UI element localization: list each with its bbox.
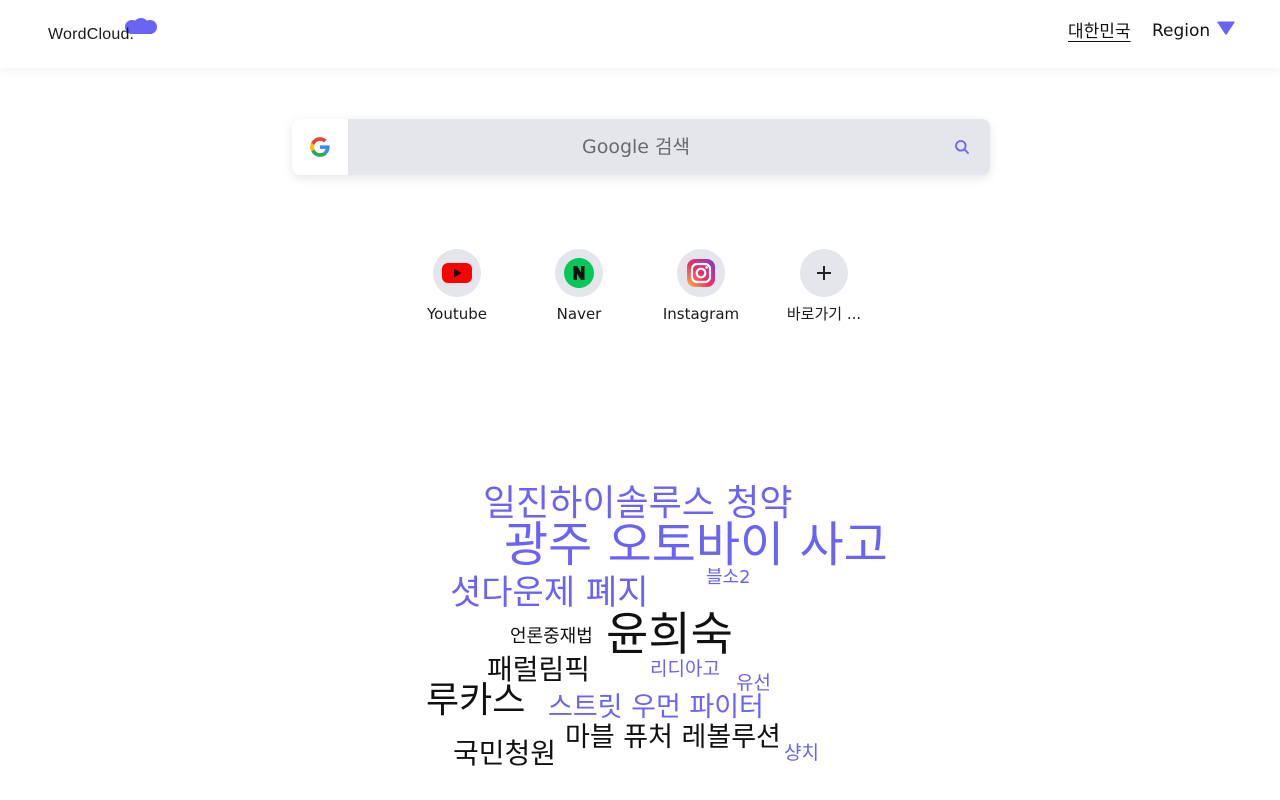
shortcut-instagram[interactable]: Instagram xyxy=(646,249,756,323)
search-button[interactable] xyxy=(934,119,990,175)
shortcut-label: Instagram xyxy=(662,305,740,323)
triangle-down-icon xyxy=(1217,21,1235,35)
word-cloud-keyword[interactable]: 윤희숙 xyxy=(606,611,733,657)
plus-icon xyxy=(817,266,831,280)
word-cloud-keyword[interactable]: 루카스 xyxy=(426,683,525,719)
search-input[interactable] xyxy=(348,119,934,175)
google-g-icon xyxy=(310,137,330,157)
country-link[interactable]: 대한민국 xyxy=(1068,20,1131,44)
youtube-icon xyxy=(442,263,472,283)
word-cloud-keyword[interactable]: 국민청원 xyxy=(453,740,556,768)
word-cloud-keyword[interactable]: 광주 오토바이 사고 xyxy=(504,521,888,569)
word-cloud-keyword[interactable]: 셧다운제 폐지 xyxy=(450,576,649,610)
word-cloud-keyword[interactable]: 샹치 xyxy=(784,744,819,763)
word-cloud-keyword[interactable]: 언론중재법 xyxy=(510,628,593,646)
logo[interactable]: WordCloud. xyxy=(48,18,157,48)
google-logo-box xyxy=(292,119,348,175)
word-cloud-keyword[interactable]: 유선 xyxy=(736,674,771,693)
shortcut-label: Naver xyxy=(556,305,602,323)
instagram-icon xyxy=(687,259,715,287)
word-cloud-keyword[interactable]: 마블 퓨처 레볼루션 xyxy=(565,724,781,751)
region-label: Region xyxy=(1152,21,1211,41)
shortcut-label: Youtube xyxy=(427,305,487,323)
logo-text: WordCloud. xyxy=(48,26,135,43)
shortcut-icon-circle xyxy=(677,249,725,297)
shortcut-add[interactable]: 바로가기 ... xyxy=(769,249,879,323)
word-cloud-keyword[interactable]: 스트릿 우먼 파이터 xyxy=(548,694,764,721)
magnifier-icon xyxy=(955,140,969,154)
shortcut-naver[interactable]: Naver xyxy=(524,249,634,323)
shortcut-youtube[interactable]: Youtube xyxy=(402,249,512,323)
shortcut-icon-circle xyxy=(555,249,603,297)
shortcut-label: 바로가기 ... xyxy=(786,305,862,323)
region-dropdown[interactable]: Region xyxy=(1152,19,1236,43)
shortcut-icon-circle xyxy=(800,249,848,297)
shortcut-icon-circle xyxy=(433,249,481,297)
word-cloud-keyword[interactable]: 블소2 xyxy=(706,569,751,587)
search-bar xyxy=(292,119,990,175)
top-bar: WordCloud. 대한민국 Region xyxy=(0,0,1280,68)
naver-icon xyxy=(564,258,594,288)
word-cloud-keyword[interactable]: 리디아고 xyxy=(650,660,720,679)
